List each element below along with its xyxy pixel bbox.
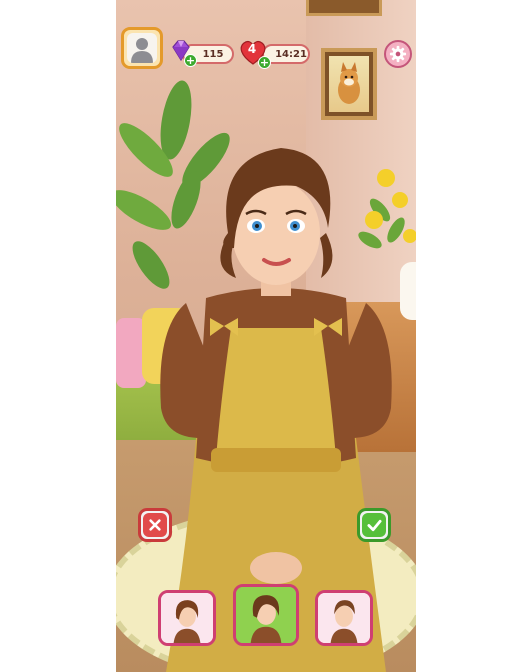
check-icon	[366, 519, 382, 531]
lives-count: 4	[247, 42, 257, 56]
profile-button[interactable]	[121, 27, 163, 69]
add-gems-button[interactable]: +	[184, 54, 197, 67]
add-lives-button[interactable]: +	[258, 56, 271, 69]
hairstyle-option-1[interactable]	[158, 590, 216, 646]
vase	[400, 262, 416, 320]
top-picture-frame	[306, 0, 382, 16]
confirm-button[interactable]	[357, 508, 391, 542]
gem-count: 115	[202, 48, 224, 60]
gear-icon	[389, 45, 407, 63]
close-icon	[149, 519, 161, 531]
hairstyle-portrait-1	[161, 593, 213, 643]
settings-button[interactable]	[384, 40, 412, 68]
hairstyle-option-2[interactable]	[233, 584, 299, 646]
life-timer-text: 14:21	[275, 48, 307, 60]
dog-picture-frame	[321, 48, 377, 120]
hairstyle-portrait-2	[236, 587, 296, 643]
game-screen: 115 + 14:21 4 +	[116, 0, 416, 672]
reject-button[interactable]	[138, 508, 172, 542]
hairstyle-option-3[interactable]	[315, 590, 373, 646]
hairstyle-portrait-3	[318, 593, 370, 643]
avatar-icon	[127, 33, 157, 63]
